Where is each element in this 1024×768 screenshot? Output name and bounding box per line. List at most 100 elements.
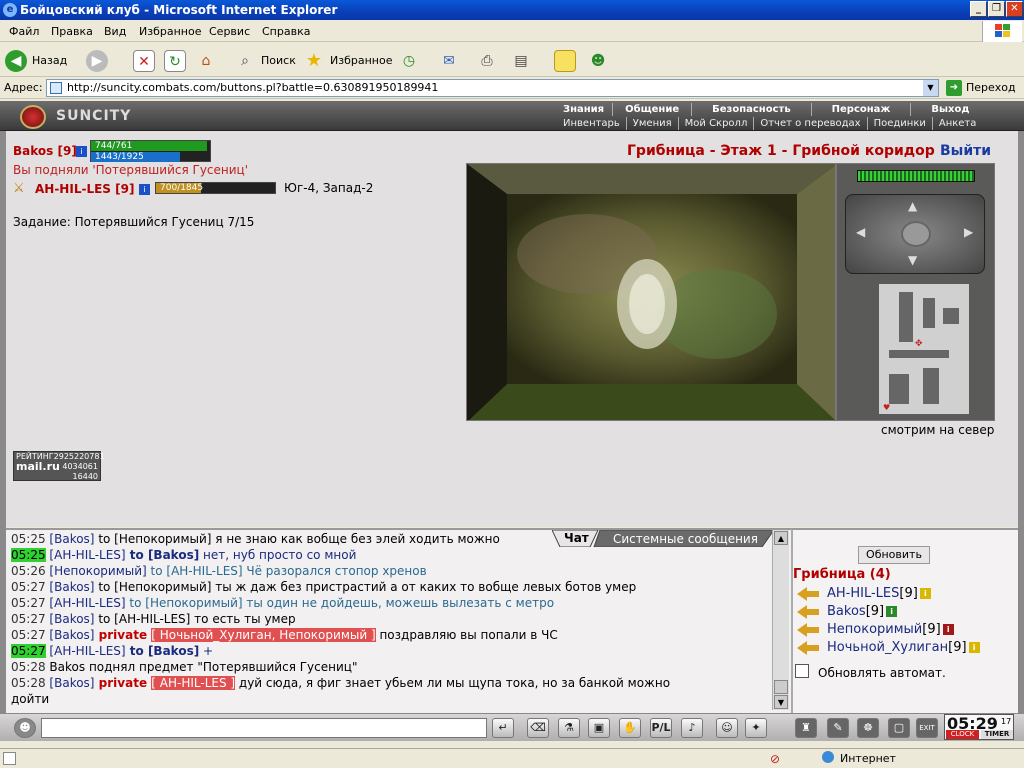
clock-tab[interactable]: CLOCK (946, 730, 979, 739)
nav-transfers[interactable]: Отчет о переводах (754, 117, 868, 130)
fighter-badge-icon[interactable] (797, 604, 819, 619)
history-icon[interactable]: ◷ (398, 50, 420, 72)
player-info-icon[interactable]: i (919, 588, 931, 599)
move-back-icon[interactable]: ▼ (908, 253, 917, 267)
maximize-button[interactable]: ❐ (988, 1, 1005, 17)
chat-nick[interactable]: + (199, 644, 213, 658)
rating-counter[interactable]: РЕЙТИНГ2925220781 mail.ru 4034061 16440 (13, 451, 105, 481)
fighter-icon[interactable]: ✋ (619, 718, 641, 738)
chat-nick[interactable]: [AH-HIL-LES] (49, 644, 125, 658)
tab-chat[interactable]: Чат (564, 531, 589, 545)
chat-nick[interactable]: нет, нуб просто со мной (199, 548, 356, 562)
nav-security[interactable]: Безопасность (692, 103, 812, 116)
chat-nick[interactable]: [Bakos] (49, 532, 94, 546)
print-icon[interactable]: ⎙ (476, 50, 498, 72)
fighter-badge-icon[interactable] (797, 586, 819, 601)
menu-view[interactable]: Вид (104, 25, 126, 38)
player-info-icon[interactable]: i (886, 606, 898, 617)
nav-profile[interactable]: Анкета (933, 117, 983, 130)
refresh-icon[interactable]: ↻ (164, 50, 186, 72)
chat-input[interactable] (41, 718, 487, 738)
chat-nick[interactable]: [Bakos] (49, 612, 94, 626)
home-icon[interactable]: ⌂ (195, 50, 217, 72)
address-input[interactable]: http://suncity.combats.com/buttons.pl?ba… (46, 79, 939, 97)
room-player-name[interactable]: Ночьной_Хулиган (827, 640, 948, 655)
edit-icon[interactable]: ▤ (510, 50, 532, 72)
chat-nick[interactable]: [AH-HIL-LES] (49, 548, 125, 562)
nav-communication[interactable]: Общение (613, 103, 693, 116)
close-button[interactable]: ✕ (1006, 1, 1023, 17)
turn-left-icon[interactable]: ◀ (856, 225, 865, 239)
stop-icon[interactable]: ✕ (133, 50, 155, 72)
nav-knowledge[interactable]: Знания (555, 103, 614, 116)
music-icon[interactable]: ♪ (681, 718, 703, 738)
favorites-star-icon[interactable]: ★ (303, 50, 325, 72)
scroll-thumb[interactable] (774, 680, 788, 694)
refresh-button[interactable]: Обновить (858, 546, 930, 564)
scroll-tool-icon[interactable]: ✎ (827, 718, 849, 738)
room-player[interactable]: Bakos[9] i (797, 604, 898, 619)
nav-character[interactable]: Персонаж (812, 103, 912, 116)
translit-icon[interactable]: P/L (650, 718, 672, 738)
search-icon[interactable]: ⌕ (234, 50, 256, 72)
room-player[interactable]: AH-HIL-LES[9] i (797, 586, 931, 601)
player-info-icon[interactable]: i (942, 624, 954, 635)
nav-skills[interactable]: Умения (627, 117, 679, 130)
move-forward-icon[interactable]: ▲ (908, 199, 917, 213)
smile-icon[interactable]: ☺ (716, 718, 738, 738)
nav-my-scroll[interactable]: Мой Скролл (679, 117, 755, 130)
notes-icon[interactable] (554, 50, 576, 72)
options-icon[interactable]: ✦ (745, 718, 767, 738)
messenger-icon[interactable]: ☻ (587, 50, 609, 72)
back-button[interactable]: Назад (32, 54, 67, 67)
fighter-badge-icon[interactable] (797, 622, 819, 637)
room-player[interactable]: Ночьной_Хулиган[9] i (797, 640, 980, 655)
search-button[interactable]: Поиск (261, 54, 296, 67)
menu-favorites[interactable]: Избранное (139, 25, 201, 38)
fighter-badge-icon[interactable] (797, 640, 819, 655)
room-player-name[interactable]: Непокоримый (827, 622, 922, 637)
filter-icon[interactable]: ⚗ (558, 718, 580, 738)
favorites-button[interactable]: Избранное (330, 54, 392, 67)
scroll-down-icon[interactable]: ▼ (774, 695, 788, 709)
chat-scrollbar[interactable]: ▲ ▼ (772, 530, 789, 710)
tab-system-messages[interactable]: Системные сообщения (613, 532, 758, 546)
menu-edit[interactable]: Правка (51, 25, 93, 38)
menu-help[interactable]: Справка (262, 25, 310, 38)
player-name[interactable]: Bakos [9] (13, 144, 77, 158)
lock-tool-icon[interactable]: ▢ (888, 718, 910, 738)
nav-inventory[interactable]: Инвентарь (557, 117, 627, 130)
scroll-up-icon[interactable]: ▲ (774, 531, 788, 545)
minimize-button[interactable]: _ (970, 1, 987, 17)
chat-nick[interactable]: [AH-HIL-LES] (49, 596, 125, 610)
nav-fights[interactable]: Поединки (868, 117, 933, 130)
room-player-name[interactable]: Bakos (827, 604, 866, 619)
room-player[interactable]: Непокоримый[9] i (797, 622, 954, 637)
map-tool-icon[interactable]: ☸ (857, 718, 879, 738)
room-player-name[interactable]: AH-HIL-LES (827, 586, 899, 601)
go-button[interactable]: ➜ Переход (946, 79, 1022, 97)
chat-nick[interactable]: [Непокоримый] (49, 564, 146, 578)
partner-name[interactable]: AH-HIL-LES [9] (35, 182, 134, 196)
save-icon[interactable]: ▣ (588, 718, 610, 738)
eraser-icon[interactable]: ⌫ (527, 718, 549, 738)
chat-nick[interactable]: [Bakos] (49, 628, 94, 642)
forward-arrow-icon[interactable]: ▶ (86, 50, 108, 72)
chat-nick[interactable]: [Bakos] (49, 676, 94, 690)
chat-nick[interactable]: [Bakos] (49, 580, 94, 594)
address-dropdown-icon[interactable]: ▼ (923, 80, 938, 96)
inventory-bag-icon[interactable]: ♜ (795, 718, 817, 738)
nav-exit[interactable]: Выход (911, 103, 989, 116)
exit-link[interactable]: Выйти (940, 143, 991, 159)
turn-right-icon[interactable]: ▶ (964, 225, 973, 239)
player-info-icon[interactable]: i (968, 642, 980, 653)
menu-file[interactable]: Файл (9, 25, 39, 38)
auto-refresh-checkbox[interactable] (795, 664, 809, 678)
mail-icon[interactable]: ✉ (438, 50, 460, 72)
back-arrow-icon[interactable]: ◀ (5, 50, 27, 72)
partner-info-icon[interactable]: i (139, 184, 150, 195)
chat-head-icon[interactable]: ☻ (14, 718, 36, 738)
menu-tools[interactable]: Сервис (209, 25, 250, 38)
timer-tab[interactable]: TIMER (981, 730, 1013, 739)
exit-tool-icon[interactable]: EXIT (916, 718, 938, 738)
